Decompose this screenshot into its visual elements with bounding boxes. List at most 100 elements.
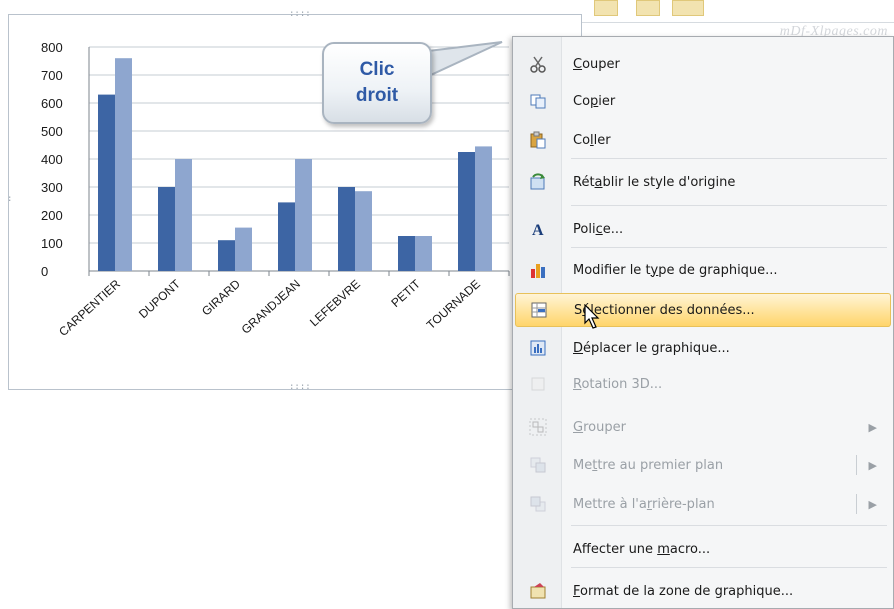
reset-style-icon bbox=[515, 173, 561, 191]
callout-line-1: Clic bbox=[359, 59, 395, 80]
callout-bubble: Clic droit bbox=[322, 42, 432, 124]
menu-label-part: tre au premier plan bbox=[597, 457, 724, 473]
x-category-label: PETIT bbox=[388, 276, 423, 310]
x-category-label: GIRARD bbox=[199, 277, 243, 319]
menu-label-part: a bbox=[594, 174, 603, 190]
menu-item-label: Copier bbox=[561, 94, 615, 109]
menu-label-part: m bbox=[657, 541, 670, 557]
menu-separator bbox=[571, 205, 887, 206]
menu-label-part: D bbox=[573, 340, 584, 356]
bring-front-icon bbox=[515, 456, 561, 474]
menu-item-rotation[interactable]: Rotation 3D... bbox=[515, 367, 891, 401]
menu-label-part: blir le style d'origine bbox=[602, 174, 736, 190]
menu-item-macro[interactable]: Affecter une macro... bbox=[515, 532, 891, 566]
menu-label-part: e... bbox=[602, 221, 624, 237]
menu-item-label: Rétablir le style d'origine bbox=[561, 175, 735, 190]
y-tick-label: 200 bbox=[41, 208, 63, 223]
ribbon-tab-fragment bbox=[636, 0, 660, 16]
menu-item-label: Grouper bbox=[561, 420, 626, 435]
bar-series1-carpentier bbox=[98, 94, 115, 271]
menu-item-arriere-plan[interactable]: Mettre à l'arrière-plan ▶ bbox=[515, 487, 891, 521]
menu-label-part: Co bbox=[573, 132, 591, 148]
menu-item-label: Mettre au premier plan bbox=[561, 458, 723, 473]
menu-label-part: ier bbox=[598, 93, 616, 109]
bar-series2-lefebvre bbox=[355, 191, 372, 271]
move-chart-icon bbox=[515, 339, 561, 357]
bar-series1-girard bbox=[218, 240, 235, 271]
split-divider bbox=[856, 494, 857, 514]
y-tick-label: 800 bbox=[41, 40, 63, 55]
menu-separator bbox=[571, 247, 887, 248]
bar-series2-grandjean bbox=[295, 159, 312, 271]
y-tick-label: 0 bbox=[41, 264, 48, 279]
mouse-cursor-icon bbox=[584, 304, 600, 329]
menu-item-selectionner[interactable]: Sélectionner des données... bbox=[515, 293, 891, 327]
menu-item-modifier-type[interactable]: Modifier le type de graphique... bbox=[515, 253, 891, 287]
submenu-arrow-icon: ▶ bbox=[868, 458, 877, 472]
x-category-label: CARPENTIER bbox=[56, 277, 123, 339]
paste-icon bbox=[515, 131, 561, 149]
menu-item-premier-plan[interactable]: Mettre au premier plan ▶ bbox=[515, 448, 891, 482]
y-tick-label: 700 bbox=[41, 68, 63, 83]
menu-item-label: Déplacer le graphique... bbox=[561, 341, 730, 356]
callout-line-2: droit bbox=[355, 85, 399, 106]
bar-series2-petit bbox=[415, 236, 432, 271]
menu-separator bbox=[571, 158, 887, 159]
menu-label-part: lectionner des données... bbox=[590, 302, 755, 318]
ribbon-tab-fragment bbox=[594, 0, 618, 16]
menu-item-retablir[interactable]: Rétablir le style d'origine bbox=[515, 165, 891, 199]
menu-item-couper[interactable]: Couper bbox=[515, 47, 891, 81]
bar-series1-dupont bbox=[158, 187, 175, 271]
callout-tail bbox=[420, 41, 503, 82]
menu-label-part: G bbox=[573, 419, 584, 435]
svg-text:A: A bbox=[532, 222, 544, 238]
menu-label-part: éplacer le graphique... bbox=[583, 340, 730, 356]
y-tick-label: 300 bbox=[41, 180, 63, 195]
rotation-3d-icon bbox=[515, 375, 561, 393]
bar-series1-grandjean bbox=[278, 202, 295, 271]
bar-series1-lefebvre bbox=[338, 187, 355, 271]
menu-item-copier[interactable]: Copier bbox=[515, 84, 891, 118]
menu-label-part: ler bbox=[593, 132, 611, 148]
x-category-label: DUPONT bbox=[136, 276, 184, 321]
menu-item-format-zone[interactable]: Format de la zone de graphique... bbox=[515, 574, 891, 608]
y-tick-label: 400 bbox=[41, 152, 63, 167]
menu-item-label: Modifier le type de graphique... bbox=[561, 263, 778, 278]
menu-label-part: pe de graphique... bbox=[658, 262, 778, 278]
scissors-icon bbox=[515, 55, 561, 73]
menu-item-label: Police... bbox=[561, 222, 623, 237]
menu-separator bbox=[571, 567, 887, 568]
menu-label-part: Rét bbox=[573, 174, 595, 190]
menu-item-police[interactable]: A Police... bbox=[515, 212, 891, 246]
menu-label-part: Modifier le t bbox=[573, 262, 651, 278]
send-back-icon bbox=[515, 495, 561, 513]
submenu-arrow-icon: ▶ bbox=[868, 497, 877, 511]
x-category-label: GRANDJEAN bbox=[239, 277, 303, 337]
menu-label-part: c bbox=[595, 221, 603, 237]
menu-item-grouper[interactable]: Grouper ▶ bbox=[515, 410, 891, 444]
menu-label-part: Mettre à l'a bbox=[573, 496, 647, 512]
menu-label-part: C bbox=[573, 56, 583, 72]
menu-label-part: Co bbox=[573, 93, 591, 109]
bar-series1-tournade bbox=[458, 152, 475, 271]
menu-label-part: Me bbox=[573, 457, 593, 473]
ribbon-tab-fragment bbox=[672, 0, 704, 16]
menu-separator bbox=[571, 525, 887, 526]
context-menu: Couper Copier Coller Rétablir le style d'or… bbox=[512, 36, 894, 609]
bar-series2-tournade bbox=[475, 146, 492, 271]
chart-type-icon bbox=[515, 261, 561, 279]
menu-label-part: otation 3D... bbox=[581, 376, 663, 392]
font-icon: A bbox=[515, 220, 561, 238]
menu-item-coller[interactable]: Coller bbox=[515, 123, 891, 157]
menu-item-label: Mettre à l'arrière-plan bbox=[561, 497, 715, 512]
x-category-label: TOURNADE bbox=[424, 277, 483, 332]
y-tick-label: 100 bbox=[41, 236, 63, 251]
menu-label-part: acro... bbox=[669, 541, 711, 557]
bar-series2-girard bbox=[235, 227, 252, 271]
menu-item-deplacer[interactable]: Déplacer le graphique... bbox=[515, 331, 891, 365]
menu-item-label: Couper bbox=[561, 57, 620, 72]
menu-item-label: Affecter une macro... bbox=[561, 542, 710, 557]
copy-icon bbox=[515, 92, 561, 110]
select-data-icon bbox=[516, 301, 562, 319]
menu-label-part: rouper bbox=[583, 419, 626, 435]
